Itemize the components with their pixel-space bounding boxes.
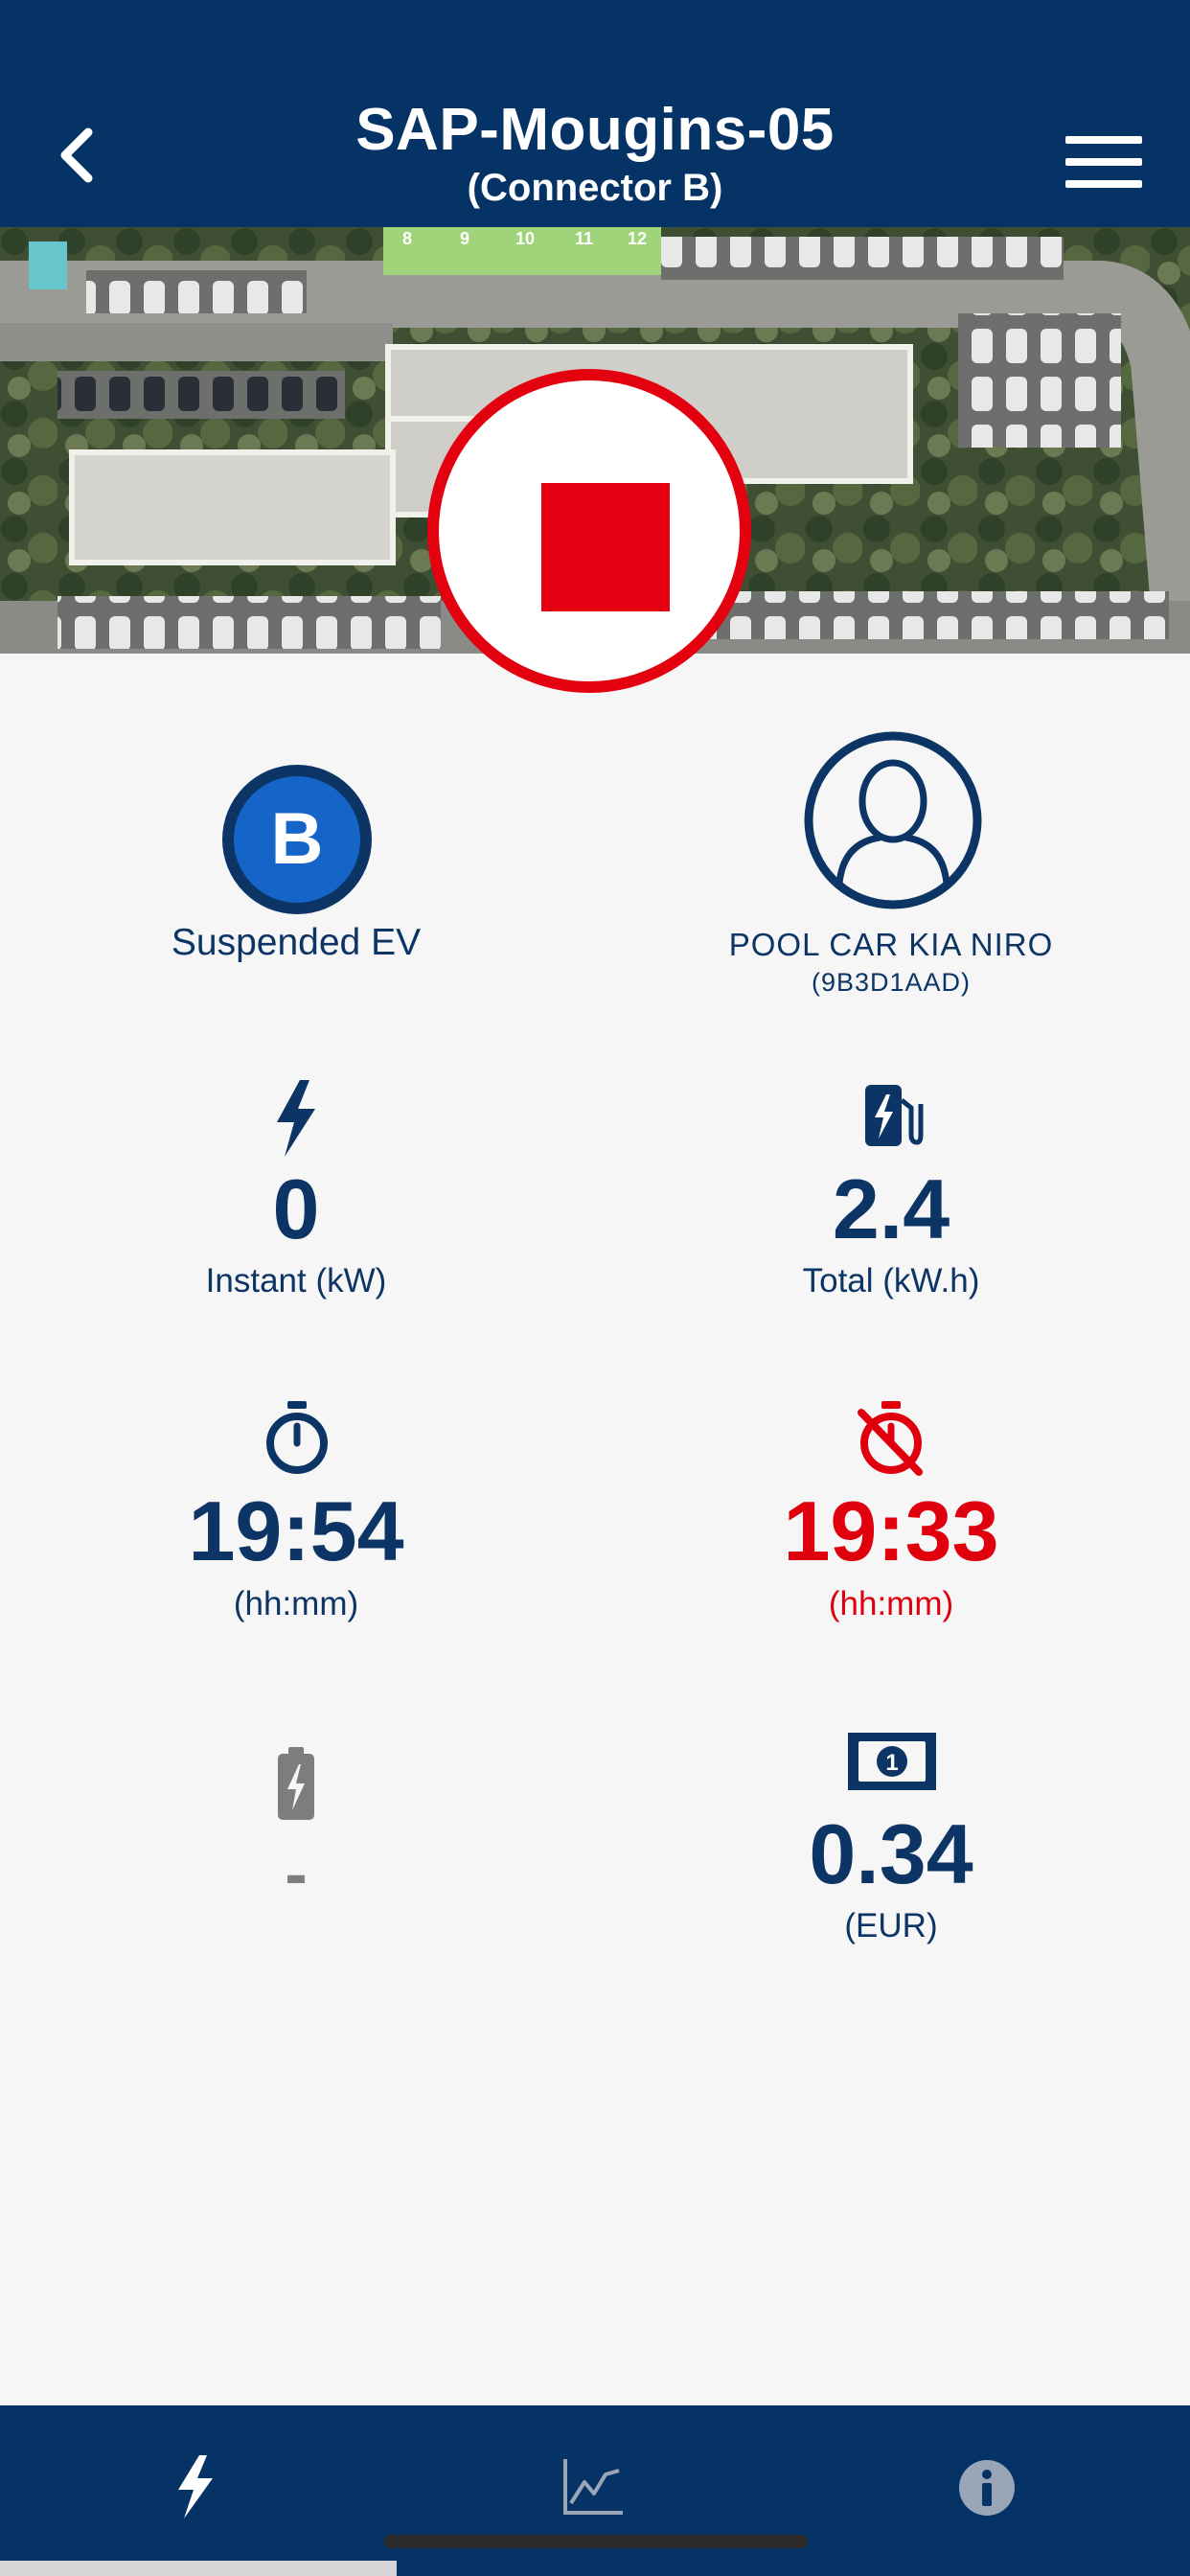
money-icon: 1 [848,1733,936,1790]
price-value: 0.34 [809,1806,973,1901]
active-tab-indicator [0,2561,397,2576]
user-name: POOL CAR KIA NIRO [728,927,1054,962]
menu-icon-bar [1065,180,1142,188]
menu-icon-bar [1065,158,1142,166]
header: SAP-Mougins-05 (Connector B) [0,0,1190,227]
user-tag-id: (9B3D1AAD) [811,968,972,997]
elapsed-time-label: (hh:mm) [233,1585,359,1622]
stop-charging-button[interactable] [427,369,751,693]
lightning-icon [178,2455,213,2518]
total-energy-value: 2.4 [832,1162,950,1256]
stop-icon [541,483,670,611]
connector-badge: B [222,765,372,914]
tab-consumption-chart[interactable] [397,2405,793,2576]
map-number: 8 [402,229,412,248]
tab-info[interactable] [793,2405,1190,2576]
elapsed-time-value: 19:54 [188,1484,404,1578]
page-title: SAP-Mougins-05 [355,97,835,163]
price-label: (EUR) [844,1907,938,1944]
lightning-icon [277,1080,315,1157]
connector-letter: B [234,776,360,903]
map-number: 11 [575,229,593,248]
map-number: 9 [460,229,469,248]
page-subtitle: (Connector B) [467,167,723,209]
user-avatar-icon[interactable] [803,730,983,910]
battery-charging-icon [278,1747,314,1820]
map-number: 12 [628,229,647,248]
svg-text:1: 1 [885,1750,898,1776]
chart-icon [563,2459,623,2515]
battery-value: - [285,1836,308,1911]
tab-charging[interactable] [0,2405,397,2576]
stopwatch-slash-icon [858,1401,923,1476]
menu-button[interactable] [1065,136,1142,188]
title-block: SAP-Mougins-05 (Connector B) [0,96,1190,211]
home-indicator[interactable] [384,2535,808,2548]
info-icon [959,2460,1015,2516]
ev-station-icon [865,1085,924,1146]
inactivity-time-label: (hh:mm) [828,1585,954,1622]
stopwatch-icon [266,1401,328,1474]
inactivity-time-value: 19:33 [783,1484,999,1578]
menu-icon [1065,136,1142,144]
instant-power-label: Instant (kW) [205,1262,387,1300]
instant-power-value: 0 [272,1162,320,1256]
connector-status: Suspended EV [171,922,422,963]
tab-bar [0,2405,1190,2576]
map-number: 10 [515,229,535,248]
total-energy-label: Total (kW.h) [802,1262,980,1300]
